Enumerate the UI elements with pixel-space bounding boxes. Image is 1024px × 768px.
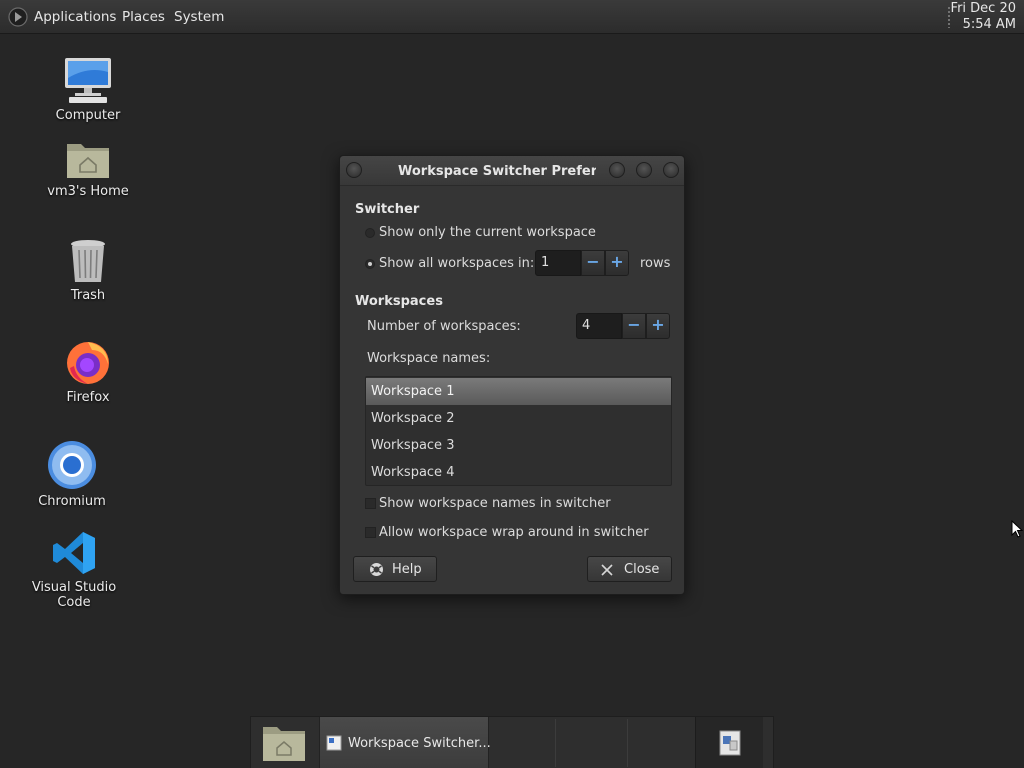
taskbar-item-label: Workspace Switcher... (348, 736, 491, 751)
radio-current-workspace-label[interactable]: Show only the current workspace (379, 225, 596, 240)
dialog-title: Workspace Switcher Preferences (398, 164, 596, 179)
help-button-label: Help (392, 562, 422, 577)
taskbar-separator (627, 719, 628, 767)
bottom-panel: Workspace Switcher... (250, 716, 774, 768)
desktop-icon-trash[interactable]: Trash (28, 238, 148, 303)
num-workspaces-label: Number of workspaces: (367, 319, 521, 334)
home-folder-icon (67, 144, 109, 178)
desktop-icon-label: Trash (70, 288, 106, 303)
desktop-icon-firefox[interactable]: Firefox (28, 338, 148, 405)
desktop-icon-home[interactable]: vm3's Home (28, 138, 148, 199)
desktop-icon-label: Chromium (38, 494, 106, 509)
close-window-button[interactable] (663, 162, 679, 178)
menu-applications[interactable]: Applications (34, 9, 116, 25)
rows-suffix-label: rows (640, 256, 671, 271)
wrap-around-checkbox[interactable] (365, 527, 376, 538)
workspace-name-row[interactable]: Workspace 2 (366, 405, 671, 432)
help-button[interactable]: Help (353, 556, 437, 582)
radio-show-all-workspaces-label[interactable]: Show all workspaces in: (379, 256, 534, 271)
desktop-icon-label: Computer (55, 108, 121, 123)
clock[interactable]: Fri Dec 20 5:54 AM (951, 1, 1016, 33)
num-workspaces-spinbutton: 4 − + (576, 313, 670, 339)
window-icon (326, 735, 342, 751)
radio-current-workspace[interactable] (365, 228, 375, 238)
num-workspaces-decrement-button[interactable]: − (622, 313, 646, 339)
num-workspaces-increment-button[interactable]: + (646, 313, 670, 339)
desktop-icon-label: vm3's Home (47, 184, 129, 199)
desktop-icon-chromium[interactable]: Chromium (12, 440, 132, 509)
desktop-icon-vscode[interactable]: Visual Studio Code (14, 530, 134, 610)
computer-icon (65, 58, 111, 103)
workspace-name-row[interactable]: Workspace 1 (366, 378, 671, 405)
taskbar-separator (555, 719, 556, 767)
close-button[interactable]: Close (587, 556, 672, 582)
switcher-heading: Switcher (355, 202, 420, 217)
desktop-icon-computer[interactable]: Computer (28, 56, 148, 123)
radio-show-all-workspaces[interactable] (365, 259, 375, 269)
clock-time: 5:54 AM (962, 17, 1016, 32)
wrap-around-checkbox-label[interactable]: Allow workspace wrap around in switcher (379, 525, 649, 540)
workspaces-heading: Workspaces (355, 294, 443, 309)
rows-spinbutton: 1 − + (535, 250, 629, 276)
pager-workspace-icon[interactable] (719, 730, 741, 756)
file-browser-launcher-icon[interactable] (261, 723, 307, 763)
close-button-label: Close (624, 562, 660, 577)
window-menu-button[interactable] (346, 162, 362, 178)
dialog-titlebar[interactable]: Workspace Switcher Preferences (340, 156, 684, 186)
rows-increment-button[interactable]: + (605, 250, 629, 276)
desktop-icon-label: Firefox (66, 390, 110, 405)
workspace-name-row[interactable]: Workspace 4 (366, 459, 671, 486)
maximize-button[interactable] (636, 162, 652, 178)
clock-date: Fri Dec 20 (950, 1, 1016, 16)
workspace-name-row[interactable]: Workspace 3 (366, 432, 671, 459)
mouse-cursor-icon (1011, 520, 1023, 538)
trash-icon (71, 240, 105, 282)
mate-logo-icon[interactable] (8, 7, 28, 27)
vscode-icon (53, 532, 95, 574)
taskbar-item-workspace-switcher[interactable]: Workspace Switcher... (319, 717, 491, 768)
workspace-names-label: Workspace names: (367, 351, 491, 366)
help-icon (370, 563, 383, 576)
show-names-checkbox[interactable] (365, 498, 376, 509)
menu-system[interactable]: System (174, 9, 224, 25)
firefox-icon (67, 342, 109, 384)
rows-input[interactable]: 1 (535, 250, 581, 276)
rows-decrement-button[interactable]: − (581, 250, 605, 276)
minimize-button[interactable] (609, 162, 625, 178)
num-workspaces-input[interactable]: 4 (576, 313, 622, 339)
workspace-pager[interactable] (695, 717, 763, 768)
top-panel: Applications Places System Fri Dec 20 5:… (0, 0, 1024, 34)
close-icon (601, 564, 613, 576)
workspace-names-list: Workspace 1 Workspace 2 Workspace 3 Work… (365, 376, 672, 486)
workspace-switcher-preferences-dialog: Workspace Switcher Preferences Switcher … (339, 155, 685, 595)
show-names-checkbox-label[interactable]: Show workspace names in switcher (379, 496, 611, 511)
menu-places[interactable]: Places (122, 9, 165, 25)
chromium-icon (48, 441, 96, 489)
desktop-icon-label: Visual Studio Code (31, 580, 117, 610)
